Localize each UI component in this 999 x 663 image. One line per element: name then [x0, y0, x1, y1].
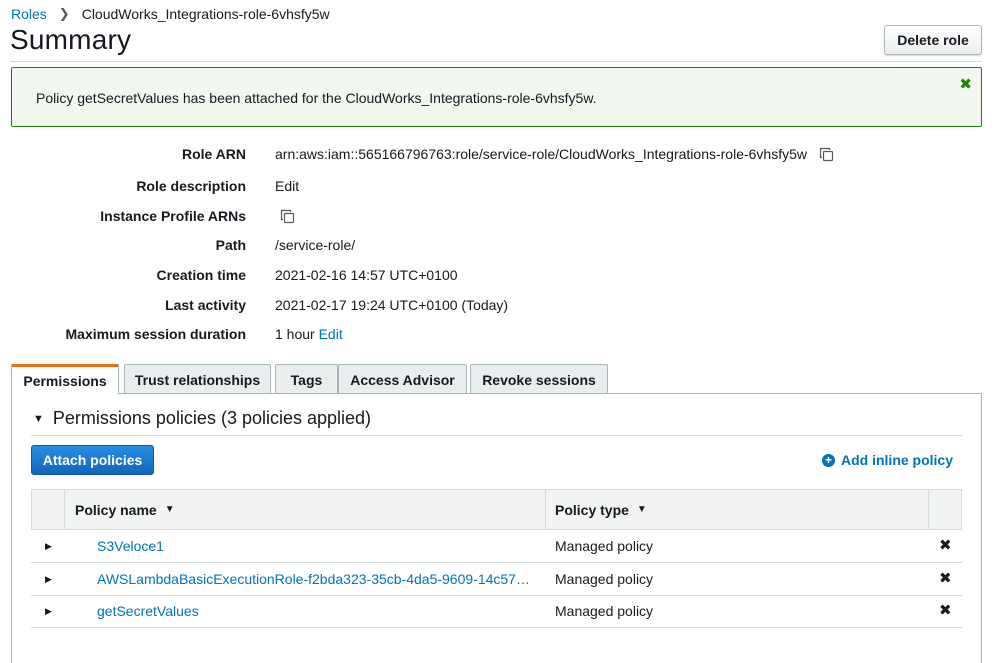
- permissions-heading: Permissions policies (3 policies applied…: [52, 408, 372, 428]
- creation-time-value: 2021-02-16 14:57 UTC+0100: [275, 267, 458, 283]
- success-flash: Policy getSecretValues has been attached…: [11, 67, 982, 127]
- path-value: /service-role/: [275, 237, 356, 253]
- detail-row-last-activity: Last activity 2021-02-17 19:24 UTC+0100 …: [0, 297, 999, 319]
- breadcrumb-roles-link[interactable]: Roles: [11, 6, 47, 22]
- copy-icon[interactable]: [280, 209, 295, 224]
- attach-policies-button[interactable]: Attach policies: [31, 445, 154, 475]
- detail-row-creation: Creation time 2021-02-16 14:57 UTC+0100: [0, 267, 999, 289]
- sort-down-icon: ▼: [164, 504, 175, 515]
- instance-profile-label: Instance Profile ARNs: [100, 208, 246, 224]
- max-session-value: 1 hour Edit: [275, 326, 343, 342]
- column-policy-name[interactable]: Policy name ▼: [75, 490, 175, 529]
- delete-role-button[interactable]: Delete role: [884, 25, 982, 55]
- last-activity-label: Last activity: [165, 297, 246, 313]
- column-policy-type[interactable]: Policy type ▼: [555, 490, 647, 529]
- path-label: Path: [215, 237, 246, 253]
- section-divider: [31, 435, 962, 436]
- edit-session-link[interactable]: Edit: [319, 326, 343, 342]
- expand-row-icon[interactable]: ▶: [45, 541, 52, 552]
- policy-name-link[interactable]: S3Veloce1: [97, 538, 537, 554]
- policy-type: Managed policy: [555, 571, 654, 587]
- table-row: ▶ S3Veloce1 Managed policy ✖: [31, 530, 962, 563]
- add-inline-policy-label: Add inline policy: [841, 452, 954, 468]
- detail-row-path: Path /service-role/: [0, 237, 999, 259]
- detail-row-session: Maximum session duration 1 hour Edit: [0, 326, 999, 348]
- flash-message: Policy getSecretValues has been attached…: [36, 90, 597, 106]
- policy-type: Managed policy: [555, 603, 654, 619]
- close-icon[interactable]: ✖: [959, 75, 972, 93]
- role-arn-label: Role ARN: [181, 146, 246, 162]
- creation-time-label: Creation time: [156, 267, 246, 283]
- add-inline-policy-link[interactable]: + Add inline policy: [822, 452, 953, 468]
- tab-permissions[interactable]: Permissions: [11, 364, 119, 394]
- table-row: ▶ getSecretValues Managed policy ✖: [31, 595, 962, 628]
- remove-policy-icon[interactable]: ✖: [939, 569, 952, 587]
- policy-name-header: Policy name: [75, 501, 157, 518]
- detail-row-instance-profile: Instance Profile ARNs: [0, 208, 999, 230]
- role-arn-text: arn:aws:iam::565166796763:role/service-r…: [275, 146, 808, 162]
- expand-row-icon[interactable]: ▶: [45, 574, 52, 585]
- remove-policy-icon[interactable]: ✖: [939, 536, 952, 554]
- max-session-label: Maximum session duration: [65, 326, 246, 342]
- expand-row-icon[interactable]: ▶: [45, 606, 52, 617]
- tab-trust-relationships[interactable]: Trust relationships: [124, 364, 271, 394]
- plus-circle-icon: +: [822, 453, 835, 467]
- instance-profile-value: [280, 208, 295, 224]
- permissions-section-toggle[interactable]: ▼ Permissions policies (3 policies appli…: [33, 408, 371, 429]
- breadcrumb: Roles ❯ CloudWorks_Integrations-role-6vh…: [11, 6, 330, 22]
- tab-access-advisor[interactable]: Access Advisor: [338, 364, 467, 394]
- session-duration-text: 1 hour: [275, 326, 315, 342]
- title-divider: [10, 61, 982, 62]
- tab-tags[interactable]: Tags: [275, 364, 338, 394]
- table-row: ▶ AWSLambdaBasicExecutionRole-f2bda323-3…: [31, 563, 962, 596]
- policy-name-link[interactable]: getSecretValues: [97, 603, 537, 619]
- policy-name-link[interactable]: AWSLambdaBasicExecutionRole-f2bda323-35c…: [97, 571, 537, 587]
- tab-revoke-sessions[interactable]: Revoke sessions: [470, 364, 608, 394]
- sort-down-icon: ▼: [636, 504, 647, 515]
- table-header: Policy name ▼ Policy type ▼: [31, 489, 962, 530]
- role-arn-value: arn:aws:iam::565166796763:role/service-r…: [275, 146, 834, 162]
- policy-type-header: Policy type: [555, 501, 629, 518]
- policy-type: Managed policy: [555, 538, 654, 554]
- caret-down-icon: ▼: [33, 412, 44, 425]
- detail-row-role-arn: Role ARN arn:aws:iam::565166796763:role/…: [0, 146, 999, 168]
- breadcrumb-current: CloudWorks_Integrations-role-6vhsfy5w: [81, 6, 330, 22]
- detail-row-description: Role description Edit: [0, 178, 999, 200]
- remove-policy-icon[interactable]: ✖: [939, 601, 952, 619]
- role-description-label: Role description: [136, 178, 246, 194]
- edit-description-link[interactable]: Edit: [275, 178, 299, 194]
- last-activity-value: 2021-02-17 19:24 UTC+0100 (Today): [275, 297, 509, 313]
- chevron-right-icon: ❯: [58, 6, 70, 21]
- copy-icon[interactable]: [819, 147, 834, 162]
- page-title: Summary: [10, 24, 132, 55]
